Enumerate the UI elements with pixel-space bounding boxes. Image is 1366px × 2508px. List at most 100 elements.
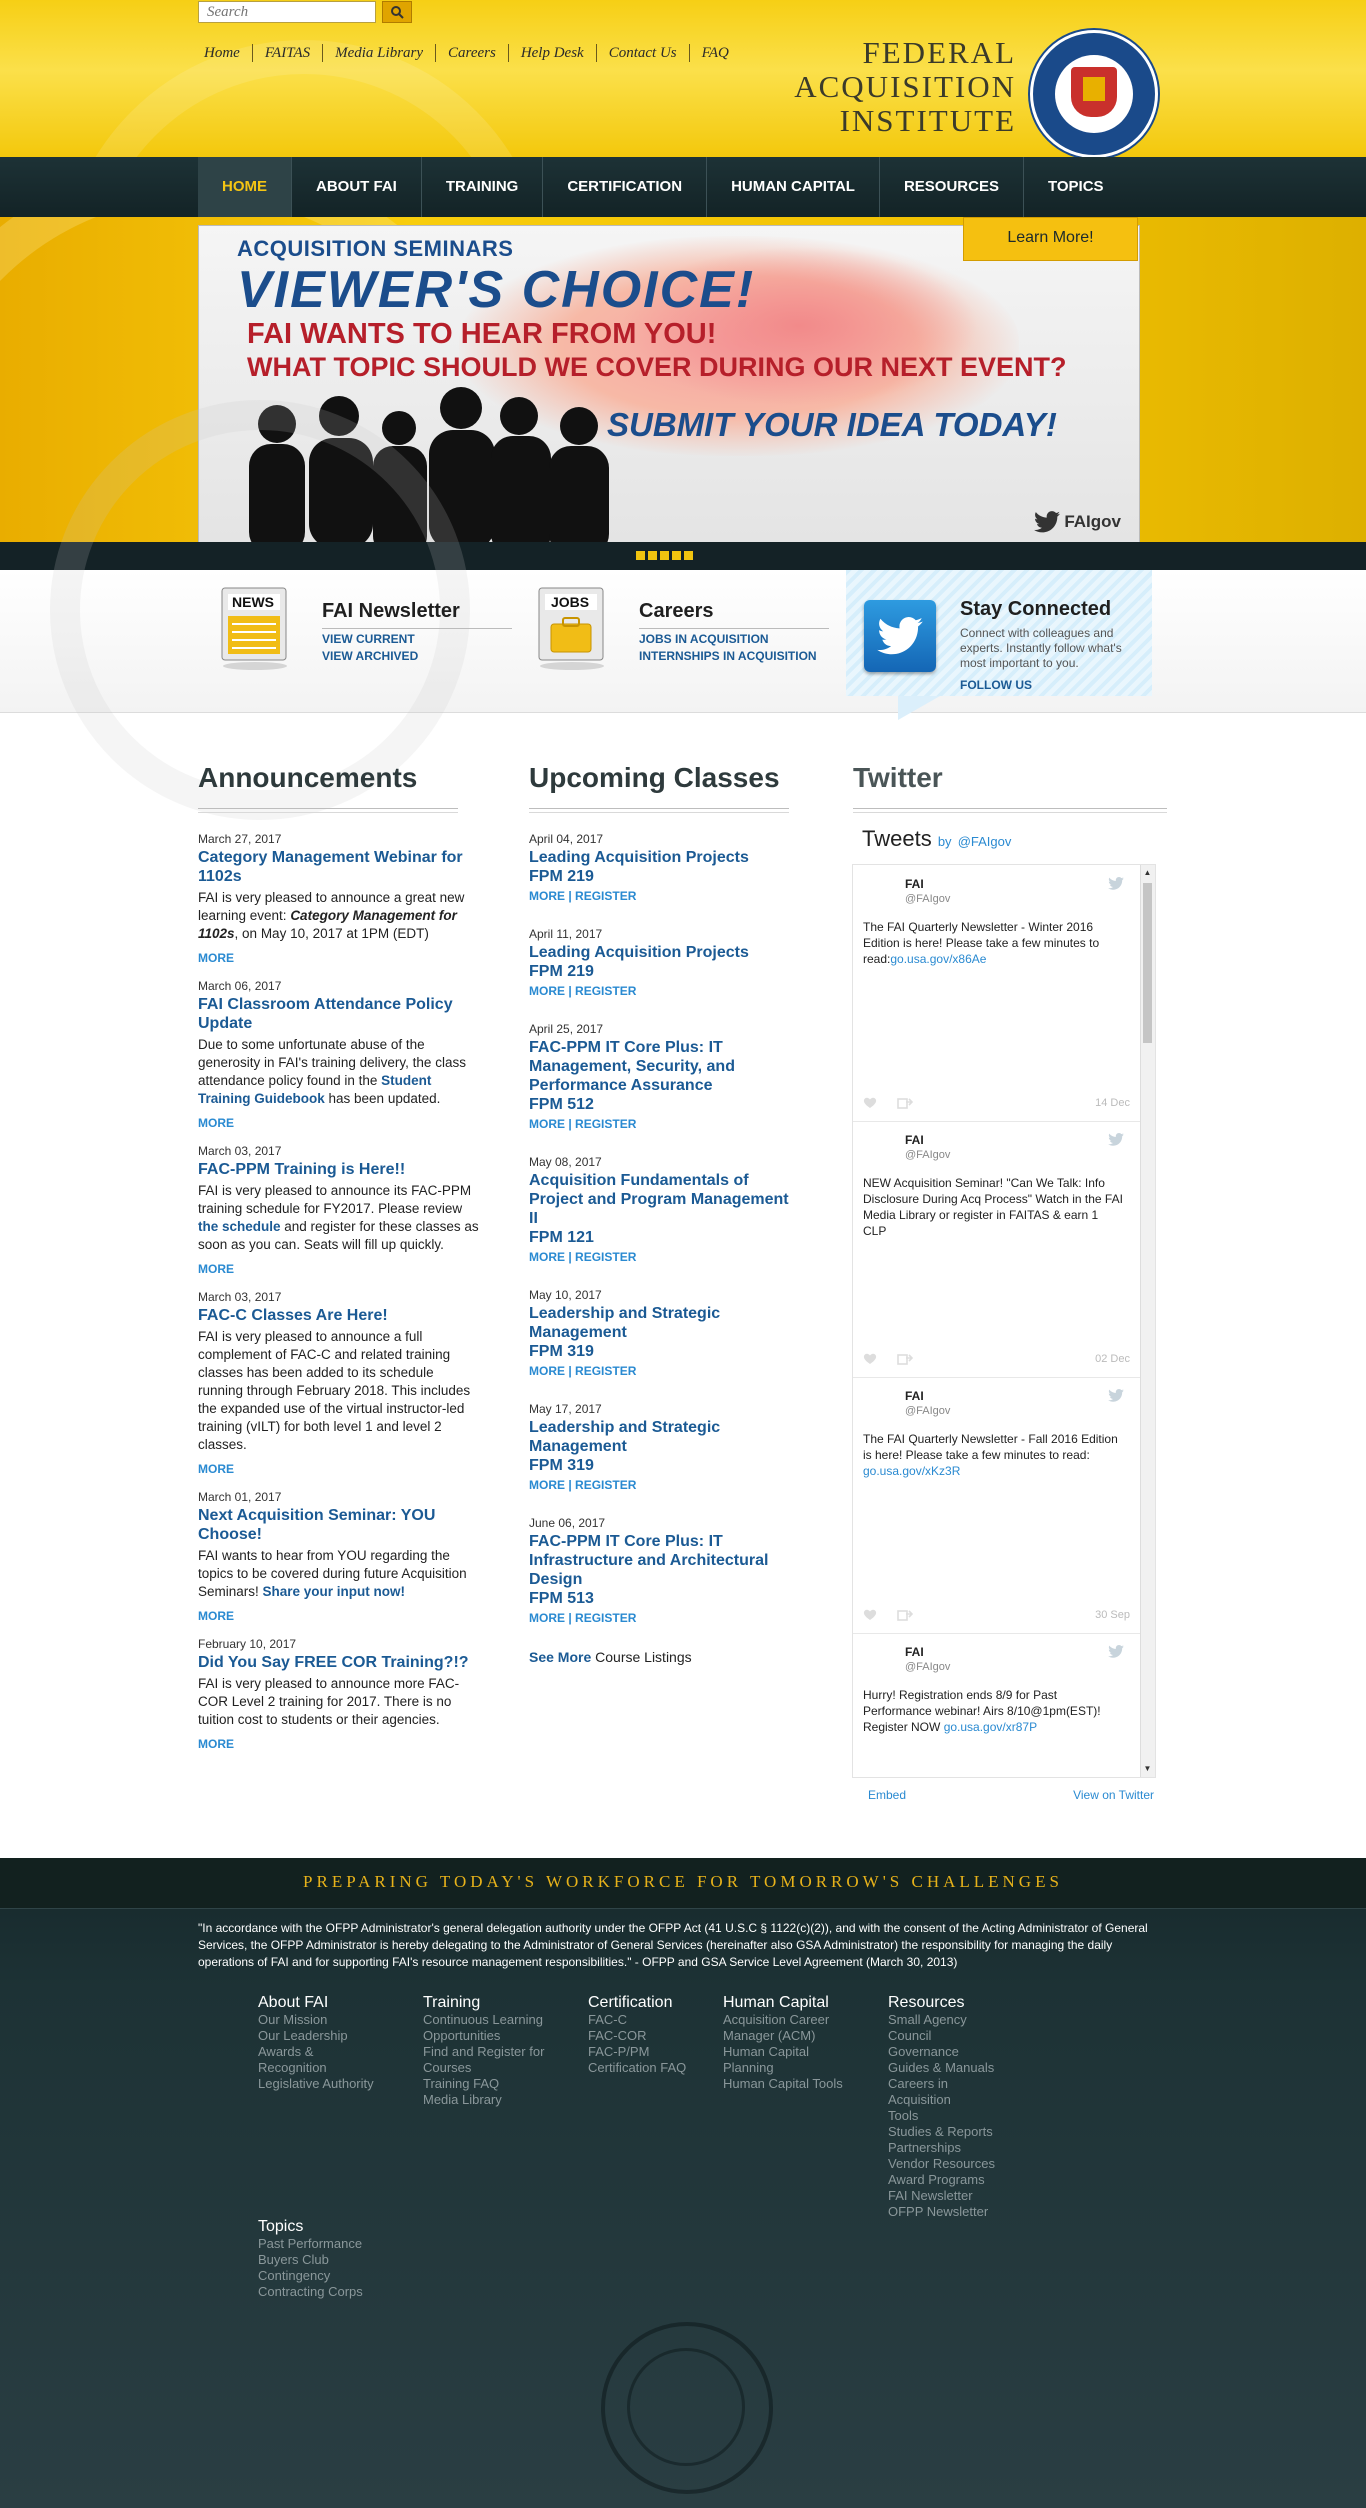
more-link[interactable]: MORE <box>529 1250 565 1264</box>
class-code[interactable]: FPM 513 <box>529 1589 789 1608</box>
footer-heading[interactable]: Human Capital <box>723 1994 843 2012</box>
footer-link[interactable]: Governance <box>888 2044 995 2060</box>
footer-heading[interactable]: Resources <box>888 1994 995 2012</box>
class-title[interactable]: Leading Acquisition Projects <box>529 848 789 867</box>
tweet-timestamp[interactable]: 14 Dec <box>1095 1097 1130 1109</box>
share-input-link[interactable]: Share your input now! <box>263 1584 406 1599</box>
register-link[interactable]: REGISTER <box>575 1611 636 1625</box>
utility-link-home[interactable]: Home <box>198 44 252 62</box>
footer-link[interactable]: Opportunities <box>423 2028 544 2044</box>
internships-link[interactable]: INTERNSHIPS IN ACQUISITION <box>639 649 817 663</box>
scrollbar-thumb[interactable] <box>1143 883 1152 1043</box>
carousel-dot-4[interactable] <box>672 551 681 560</box>
footer-link[interactable]: Tools <box>888 2108 995 2124</box>
footer-link[interactable]: Awards & <box>258 2044 374 2060</box>
nav-topics[interactable]: TOPICS <box>1024 157 1128 217</box>
footer-link[interactable]: Find and Register for <box>423 2044 544 2060</box>
class-title[interactable]: Leadership and Strategic Management <box>529 1304 789 1342</box>
jobs-in-acquisition-link[interactable]: JOBS IN ACQUISITION <box>639 632 769 646</box>
footer-link[interactable]: Courses <box>423 2060 544 2076</box>
share-icon[interactable] <box>897 1608 913 1621</box>
footer-link[interactable]: FAC-COR <box>588 2028 686 2044</box>
footer-heading[interactable]: Topics <box>258 2218 363 2236</box>
class-title[interactable]: Leadership and Strategic Management <box>529 1418 789 1456</box>
class-code[interactable]: FPM 319 <box>529 1342 789 1361</box>
class-code[interactable]: FPM 219 <box>529 962 789 981</box>
footer-link[interactable]: Careers in <box>888 2076 995 2092</box>
footer-link[interactable]: Partnerships <box>888 2140 995 2156</box>
share-icon[interactable] <box>897 1096 913 1109</box>
footer-link[interactable]: Our Leadership <box>258 2028 374 2044</box>
tweet-timestamp[interactable]: 30 Sep <box>1095 1609 1130 1621</box>
share-icon[interactable] <box>897 1352 913 1365</box>
footer-link[interactable]: FAC-C <box>588 2012 686 2028</box>
footer-link[interactable]: Media Library <box>423 2092 544 2108</box>
carousel-dot-1[interactable] <box>636 551 645 560</box>
learn-more-button[interactable]: Learn More! <box>963 217 1138 261</box>
tweet-link[interactable]: go.usa.gov/xr87P <box>944 1720 1037 1734</box>
scroll-down-arrow-icon[interactable]: ▼ <box>1143 1764 1152 1774</box>
footer-link[interactable]: Studies & Reports <box>888 2124 995 2140</box>
more-link[interactable]: MORE <box>529 889 565 903</box>
tweet-handle[interactable]: @FAIgov <box>905 1149 950 1161</box>
footer-link[interactable]: Contingency <box>258 2268 363 2284</box>
footer-link[interactable]: Contracting Corps <box>258 2284 363 2300</box>
the-schedule-link[interactable]: the schedule <box>198 1219 281 1234</box>
utility-link-contact-us[interactable]: Contact Us <box>595 44 689 62</box>
footer-link[interactable]: Award Programs <box>888 2172 995 2188</box>
more-link[interactable]: MORE <box>529 984 565 998</box>
embed-link[interactable]: Embed <box>868 1788 906 1802</box>
register-link[interactable]: REGISTER <box>575 889 636 903</box>
scroll-up-arrow-icon[interactable]: ▲ <box>1143 868 1152 878</box>
more-link[interactable]: MORE <box>529 1117 565 1131</box>
careers-title[interactable]: Careers <box>639 600 714 623</box>
register-link[interactable]: REGISTER <box>575 1117 636 1131</box>
footer-link[interactable]: Human Capital <box>723 2044 843 2060</box>
footer-link[interactable]: Guides & Manuals <box>888 2060 995 2076</box>
see-more-link[interactable]: See More <box>529 1649 591 1665</box>
footer-link[interactable]: FAI Newsletter <box>888 2188 995 2204</box>
tweets-feed[interactable]: FAI @FAIgov The FAI Quarterly Newsletter… <box>852 864 1156 1778</box>
tweet[interactable]: FAI @FAIgov Hurry! Registration ends 8/9… <box>853 1633 1140 1777</box>
more-link[interactable]: MORE <box>198 951 480 965</box>
footer-link[interactable]: Council <box>888 2028 995 2044</box>
more-link[interactable]: MORE <box>529 1611 565 1625</box>
newsletter-view-archived-link[interactable]: VIEW ARCHIVED <box>322 649 418 663</box>
nav-about-fai[interactable]: ABOUT FAI <box>292 157 422 217</box>
announcement-title[interactable]: FAC-PPM Training is Here!! <box>198 1160 480 1179</box>
footer-link[interactable]: Acquisition <box>888 2092 995 2108</box>
more-link[interactable]: MORE <box>529 1364 565 1378</box>
footer-link[interactable]: OFPP Newsletter <box>888 2204 995 2220</box>
footer-link[interactable]: Acquisition Career <box>723 2012 843 2028</box>
tweet-author[interactable]: FAI <box>905 1645 924 1659</box>
announcement-title[interactable]: Category Management Webinar for 1102s <box>198 848 480 886</box>
tweets-scrollbar[interactable]: ▲ ▼ <box>1140 865 1155 1777</box>
tweet-link[interactable]: go.usa.gov/x86Ae <box>890 952 986 966</box>
announcement-title[interactable]: Next Acquisition Seminar: YOU Choose! <box>198 1506 480 1544</box>
utility-link-faitas[interactable]: FAITAS <box>251 44 322 62</box>
footer-link[interactable]: Buyers Club <box>258 2252 363 2268</box>
nav-resources[interactable]: RESOURCES <box>880 157 1024 217</box>
carousel-dot-3[interactable] <box>660 551 669 560</box>
footer-link[interactable]: Continuous Learning <box>423 2012 544 2028</box>
like-heart-icon[interactable] <box>863 1352 877 1365</box>
nav-certification[interactable]: CERTIFICATION <box>543 157 708 217</box>
announcement-title[interactable]: FAC-C Classes Are Here! <box>198 1306 480 1325</box>
class-code[interactable]: FPM 219 <box>529 867 789 886</box>
class-code[interactable]: FPM 512 <box>529 1095 789 1114</box>
class-title[interactable]: Leading Acquisition Projects <box>529 943 789 962</box>
class-code[interactable]: FPM 121 <box>529 1228 789 1247</box>
more-link[interactable]: MORE <box>198 1609 480 1623</box>
footer-link[interactable]: Recognition <box>258 2060 374 2076</box>
class-title[interactable]: Acquisition Fundamentals of Project and … <box>529 1171 789 1228</box>
footer-link[interactable]: Human Capital Tools <box>723 2076 843 2092</box>
tweet[interactable]: FAI @FAIgov The FAI Quarterly Newsletter… <box>853 1377 1140 1634</box>
utility-link-media-library[interactable]: Media Library <box>322 44 435 62</box>
class-title[interactable]: FAC-PPM IT Core Plus: IT Infrastructure … <box>529 1532 789 1589</box>
tweet[interactable]: FAI @FAIgov NEW Acquisition Seminar! "Ca… <box>853 1121 1140 1378</box>
search-input[interactable] <box>198 1 376 23</box>
class-title[interactable]: FAC-PPM IT Core Plus: IT Management, Sec… <box>529 1038 789 1095</box>
footer-heading[interactable]: Training <box>423 1994 544 2012</box>
footer-link[interactable]: Planning <box>723 2060 843 2076</box>
tweet-author[interactable]: FAI <box>905 1133 924 1147</box>
